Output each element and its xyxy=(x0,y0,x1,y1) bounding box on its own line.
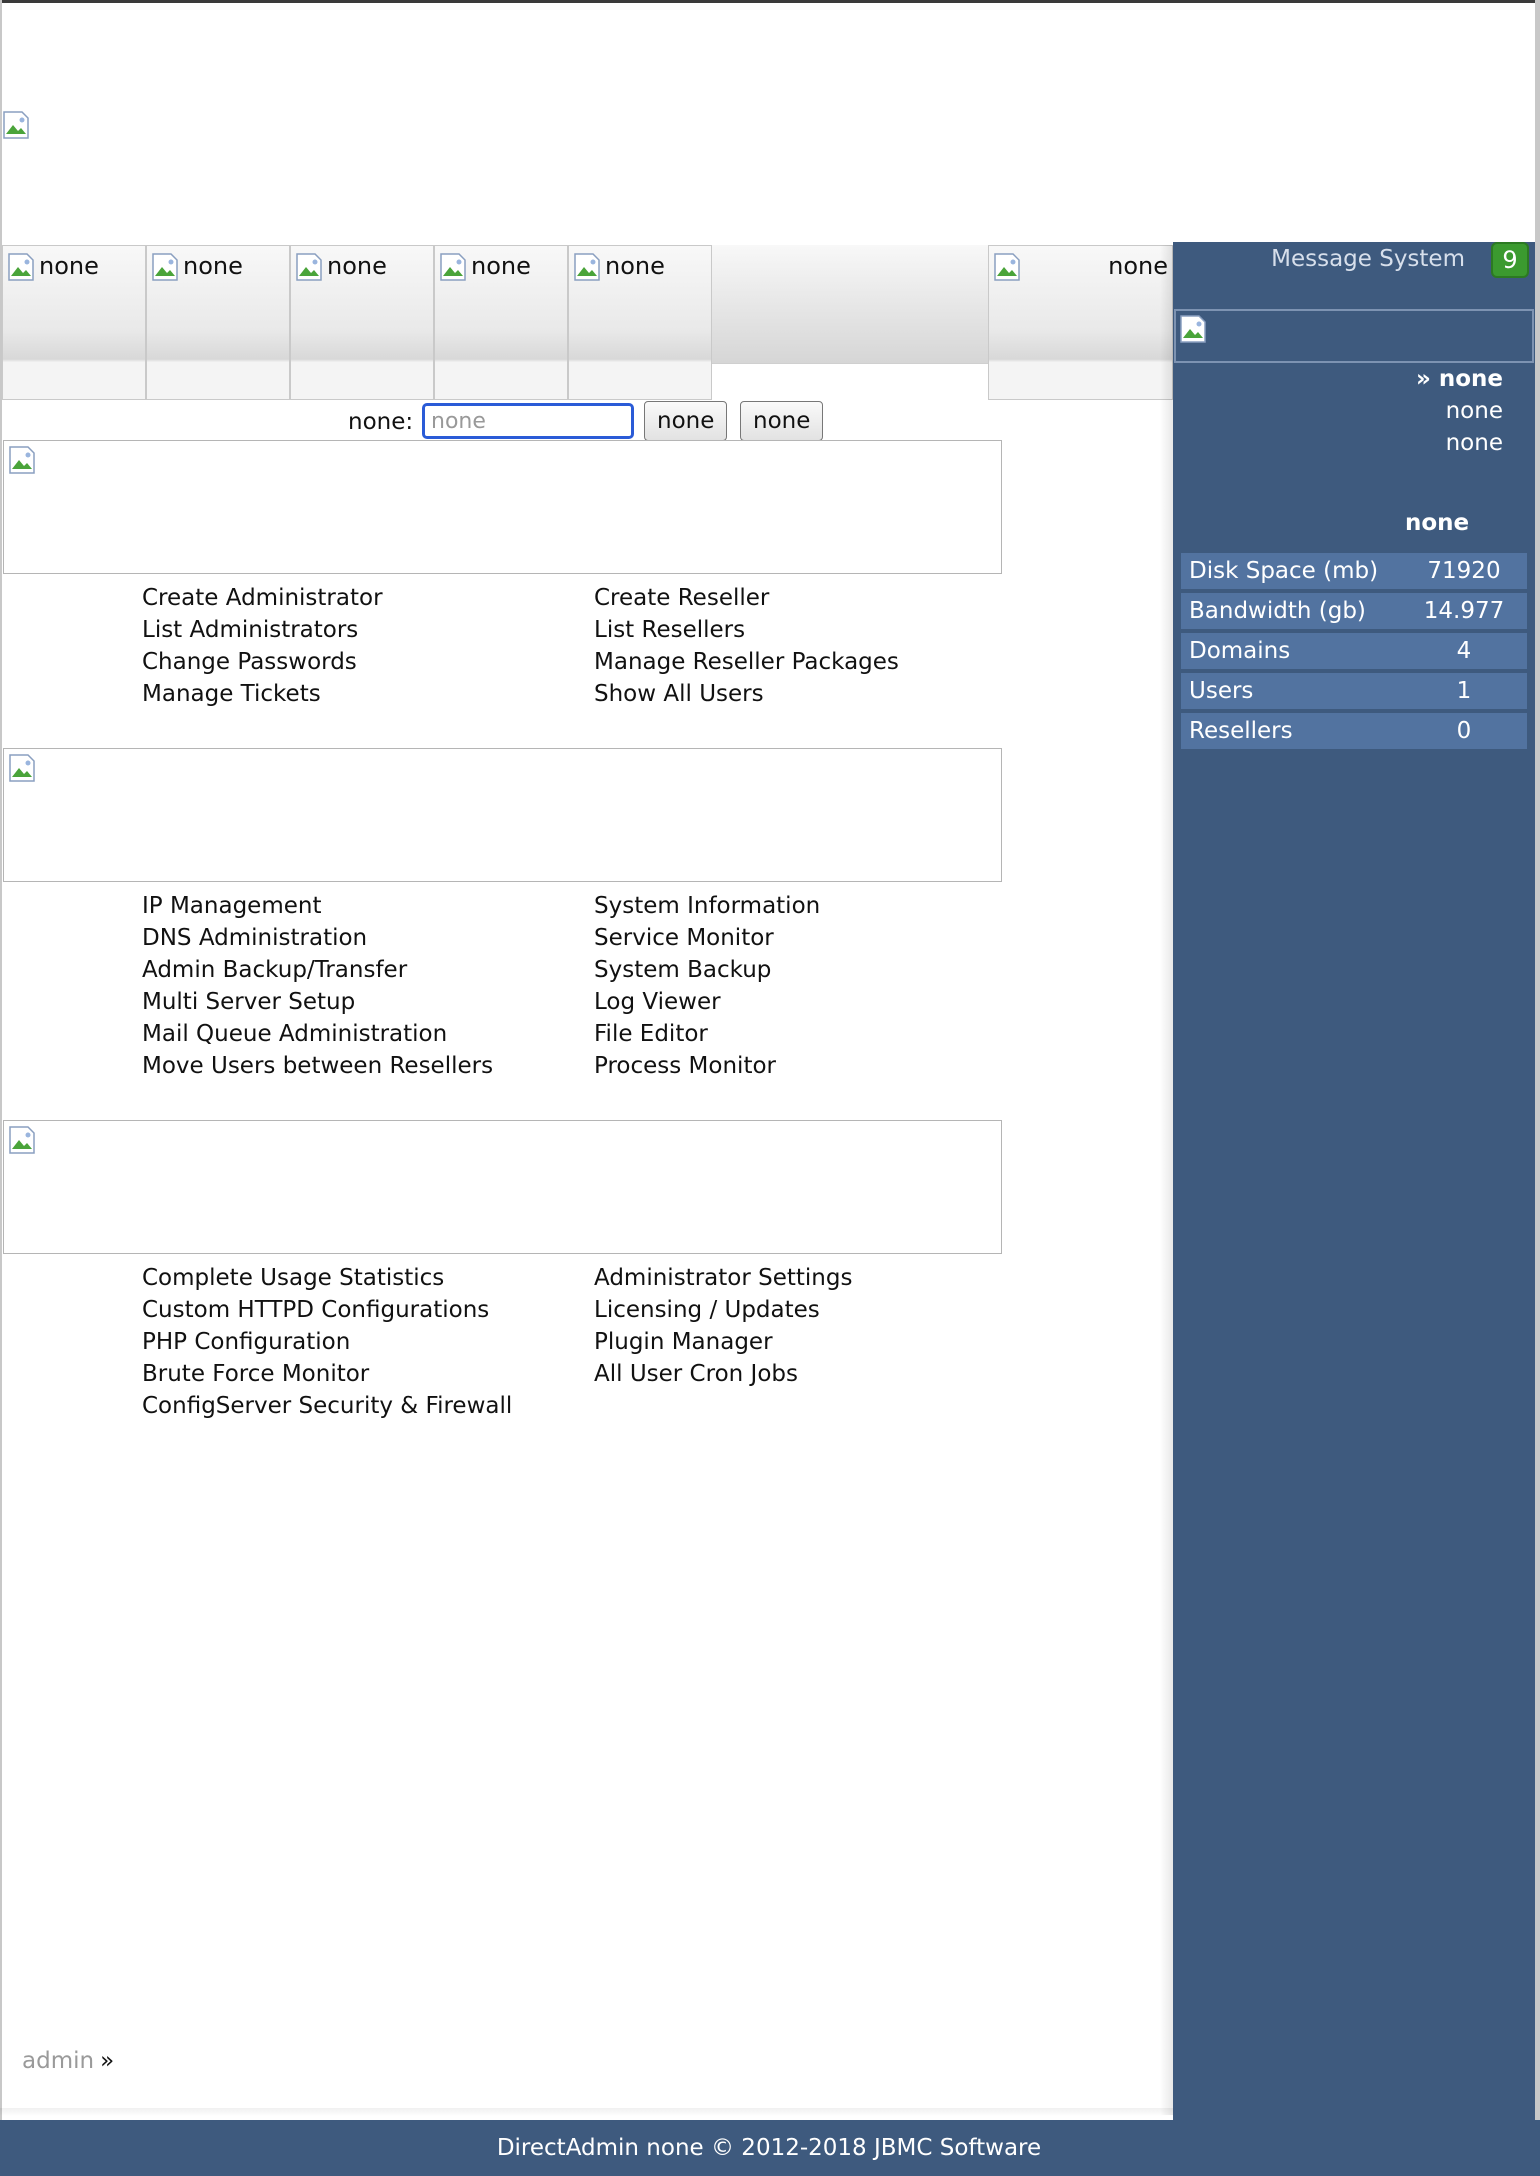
service-monitor-link[interactable]: Service Monitor xyxy=(594,922,820,954)
stats-value: 1 xyxy=(1401,673,1527,709)
create-administrator-link[interactable]: Create Administrator xyxy=(142,582,383,614)
breadcrumb-user-link[interactable]: admin xyxy=(22,2048,94,2074)
search-input[interactable] xyxy=(422,403,634,439)
section-3-right-menu: Administrator Settings Licensing / Updat… xyxy=(594,1262,852,1390)
stats-row: Resellers 0 xyxy=(1181,713,1527,749)
multi-server-setup-link[interactable]: Multi Server Setup xyxy=(142,986,493,1018)
nav-tab-right[interactable]: none xyxy=(988,245,1173,400)
stats-label: Users xyxy=(1181,673,1401,709)
section-header-banner-extra-features xyxy=(3,1120,1002,1254)
message-count-badge[interactable]: 9 xyxy=(1491,242,1529,278)
message-system-link[interactable]: Message System xyxy=(1271,246,1465,272)
nav-tab-label: none xyxy=(327,252,387,280)
nav-tab-1[interactable]: none xyxy=(2,245,146,400)
section-broken-image-icon xyxy=(8,445,36,474)
list-resellers-link[interactable]: List Resellers xyxy=(594,614,899,646)
move-users-between-resellers-link[interactable]: Move Users between Resellers xyxy=(142,1050,493,1082)
section-3-left-menu: Complete Usage Statistics Custom HTTPD C… xyxy=(142,1262,512,1422)
nav-tab-2[interactable]: none xyxy=(146,245,290,400)
sidebar-banner xyxy=(1174,309,1534,363)
stats-label: Bandwidth (gb) xyxy=(1181,593,1401,629)
nav-tab-4[interactable]: none xyxy=(434,245,568,400)
nav-tab-label: none xyxy=(605,252,665,280)
stats-row: Disk Space (mb) 71920 xyxy=(1181,553,1527,589)
search-button[interactable]: none xyxy=(644,401,728,441)
stats-value: 14.977 xyxy=(1401,593,1527,629)
section-1-right-menu: Create Reseller List Resellers Manage Re… xyxy=(594,582,899,710)
stats-label: Domains xyxy=(1181,633,1401,669)
stats-row: Bandwidth (gb) 14.977 xyxy=(1181,593,1527,629)
sidebar-broken-image-icon xyxy=(1179,314,1207,343)
stats-value: 0 xyxy=(1401,713,1527,749)
log-viewer-link[interactable]: Log Viewer xyxy=(594,986,820,1018)
system-information-link[interactable]: System Information xyxy=(594,890,820,922)
search-label: none: xyxy=(348,409,414,435)
nav-tab-3[interactable]: none xyxy=(290,245,434,400)
search-bar: none: none none xyxy=(0,400,1173,442)
header-logo-broken-image-icon xyxy=(2,110,30,139)
secondary-search-button[interactable]: none xyxy=(740,401,824,441)
section-2-left-menu: IP Management DNS Administration Admin B… xyxy=(142,890,493,1082)
section-1-left-menu: Create Administrator List Administrators… xyxy=(142,582,383,710)
sidebar-link-active[interactable]: » none xyxy=(1416,366,1503,392)
file-editor-link[interactable]: File Editor xyxy=(594,1018,820,1050)
nav-tab-5[interactable]: none xyxy=(568,245,712,400)
sidebar: Message System 9 » none none none none D… xyxy=(1173,242,1535,2120)
stats-label: Disk Space (mb) xyxy=(1181,553,1401,589)
stats-row: Domains 4 xyxy=(1181,633,1527,669)
nav-tab-label: none xyxy=(39,252,99,280)
tab-broken-image-icon xyxy=(573,252,603,286)
right-frame-border xyxy=(1535,0,1540,2120)
section-broken-image-icon xyxy=(8,1125,36,1154)
footer: DirectAdmin none © 2012-2018 JBMC Softwa… xyxy=(0,2120,1540,2176)
content-bottom-shadow xyxy=(0,2108,1173,2116)
php-configuration-link[interactable]: PHP Configuration xyxy=(142,1326,512,1358)
nav-tab-label: none xyxy=(183,252,243,280)
sidebar-link[interactable]: none xyxy=(1446,398,1503,424)
licensing-updates-link[interactable]: Licensing / Updates xyxy=(594,1294,852,1326)
content-edge-shadow xyxy=(1160,245,1174,2115)
breadcrumb: admin» xyxy=(22,2048,114,2074)
stats-row: Users 1 xyxy=(1181,673,1527,709)
brute-force-monitor-link[interactable]: Brute Force Monitor xyxy=(142,1358,512,1390)
stats-value: 71920 xyxy=(1401,553,1527,589)
complete-usage-statistics-link[interactable]: Complete Usage Statistics xyxy=(142,1262,512,1294)
configserver-security-firewall-link[interactable]: ConfigServer Security & Firewall xyxy=(142,1390,512,1422)
sidebar-link[interactable]: none xyxy=(1446,430,1503,456)
tab-broken-image-icon xyxy=(993,252,1023,286)
all-user-cron-jobs-link[interactable]: All User Cron Jobs xyxy=(594,1358,852,1390)
plugin-manager-link[interactable]: Plugin Manager xyxy=(594,1326,852,1358)
section-2-right-menu: System Information Service Monitor Syste… xyxy=(594,890,820,1082)
tab-broken-image-icon xyxy=(439,252,469,286)
section-header-banner-server-management xyxy=(3,748,1002,882)
process-monitor-link[interactable]: Process Monitor xyxy=(594,1050,820,1082)
system-backup-link[interactable]: System Backup xyxy=(594,954,820,986)
nav-tab-spacer xyxy=(712,245,988,364)
section-header-banner-account-management xyxy=(3,440,1002,574)
stats-table: Disk Space (mb) 71920 Bandwidth (gb) 14.97… xyxy=(1181,549,1527,753)
tab-broken-image-icon xyxy=(295,252,325,286)
footer-copyright: DirectAdmin none © 2012-2018 JBMC Softwa… xyxy=(496,2135,1042,2161)
create-reseller-link[interactable]: Create Reseller xyxy=(594,582,899,614)
dns-administration-link[interactable]: DNS Administration xyxy=(142,922,493,954)
breadcrumb-separator: » xyxy=(100,2048,115,2074)
tab-broken-image-icon xyxy=(151,252,181,286)
change-passwords-link[interactable]: Change Passwords xyxy=(142,646,383,678)
show-all-users-link[interactable]: Show All Users xyxy=(594,678,899,710)
manage-reseller-packages-link[interactable]: Manage Reseller Packages xyxy=(594,646,899,678)
custom-httpd-configurations-link[interactable]: Custom HTTPD Configurations xyxy=(142,1294,512,1326)
tab-broken-image-icon xyxy=(7,252,37,286)
list-administrators-link[interactable]: List Administrators xyxy=(142,614,383,646)
admin-backup-transfer-link[interactable]: Admin Backup/Transfer xyxy=(142,954,493,986)
mail-queue-administration-link[interactable]: Mail Queue Administration xyxy=(142,1018,493,1050)
ip-management-link[interactable]: IP Management xyxy=(142,890,493,922)
manage-tickets-link[interactable]: Manage Tickets xyxy=(142,678,383,710)
stats-label: Resellers xyxy=(1181,713,1401,749)
nav-tab-label: none xyxy=(471,252,531,280)
administrator-settings-link[interactable]: Administrator Settings xyxy=(594,1262,852,1294)
section-broken-image-icon xyxy=(8,753,36,782)
stats-title-text: none xyxy=(1405,510,1470,536)
window-top-border xyxy=(0,0,1540,3)
stats-value: 4 xyxy=(1401,633,1527,669)
